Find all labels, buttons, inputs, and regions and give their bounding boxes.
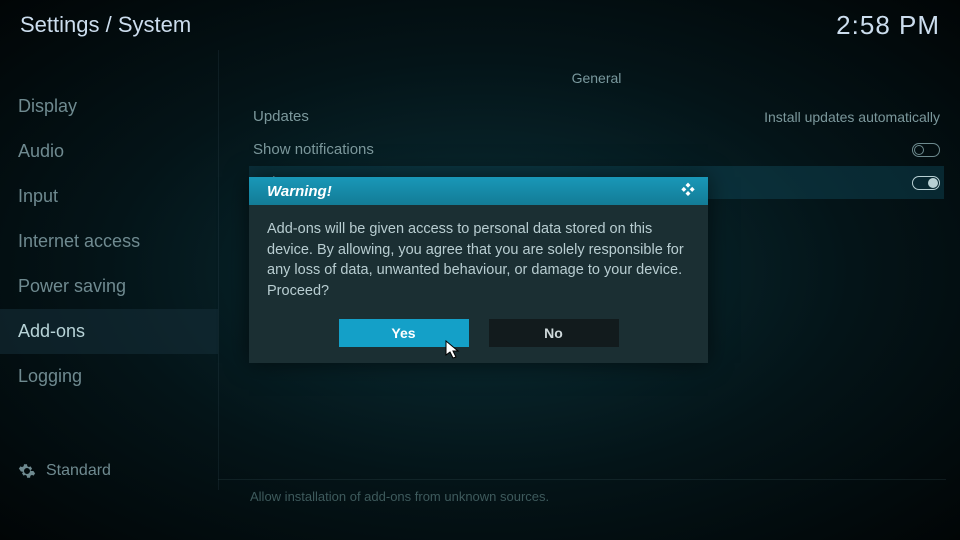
- no-button[interactable]: No: [489, 319, 619, 347]
- sidebar: Display Audio Input Internet access Powe…: [0, 50, 218, 490]
- sidebar-item-label: Power saving: [18, 276, 126, 296]
- header-bar: Settings / System 2:58 PM: [0, 0, 960, 50]
- clock: 2:58 PM: [836, 10, 940, 41]
- dialog-header: Warning!: [249, 177, 708, 205]
- setting-label: Updates: [253, 108, 309, 125]
- settings-level-label: Standard: [46, 462, 111, 480]
- gear-icon: [18, 462, 36, 480]
- divider: [218, 479, 946, 480]
- button-label: Yes: [391, 325, 415, 341]
- sidebar-item-audio[interactable]: Audio: [0, 129, 218, 174]
- button-label: No: [544, 325, 563, 341]
- sidebar-item-label: Logging: [18, 366, 82, 386]
- sidebar-item-input[interactable]: Input: [0, 174, 218, 219]
- sidebar-item-label: Add-ons: [18, 321, 85, 341]
- sidebar-item-label: Audio: [18, 141, 64, 161]
- sidebar-item-add-ons[interactable]: Add-ons: [0, 309, 218, 354]
- toggle-on-icon[interactable]: [912, 176, 940, 190]
- sidebar-item-internet-access[interactable]: Internet access: [0, 219, 218, 264]
- dialog-body: Add-ons will be given access to personal…: [249, 205, 708, 319]
- settings-level[interactable]: Standard: [18, 462, 111, 480]
- setting-value: Install updates automatically: [764, 109, 940, 125]
- breadcrumb: Settings / System: [20, 12, 191, 38]
- setting-row-updates[interactable]: Updates Install updates automatically: [249, 100, 944, 133]
- setting-row-show-notifications[interactable]: Show notifications: [249, 133, 944, 166]
- kodi-logo-icon: [678, 181, 698, 201]
- setting-hint: Allow installation of add-ons from unkno…: [250, 489, 549, 504]
- sidebar-item-logging[interactable]: Logging: [0, 354, 218, 399]
- yes-button[interactable]: Yes: [339, 319, 469, 347]
- sidebar-item-display[interactable]: Display: [0, 84, 218, 129]
- dialog-buttons: Yes No: [249, 319, 708, 363]
- toggle-off-icon[interactable]: [912, 143, 940, 157]
- warning-dialog: Warning! Add-ons will be given access to…: [249, 177, 708, 363]
- setting-label: Show notifications: [253, 141, 374, 158]
- sidebar-item-label: Input: [18, 186, 58, 206]
- dialog-title: Warning!: [267, 183, 332, 200]
- section-title: General: [249, 70, 944, 86]
- sidebar-item-label: Display: [18, 96, 77, 116]
- sidebar-item-power-saving[interactable]: Power saving: [0, 264, 218, 309]
- sidebar-item-label: Internet access: [18, 231, 140, 251]
